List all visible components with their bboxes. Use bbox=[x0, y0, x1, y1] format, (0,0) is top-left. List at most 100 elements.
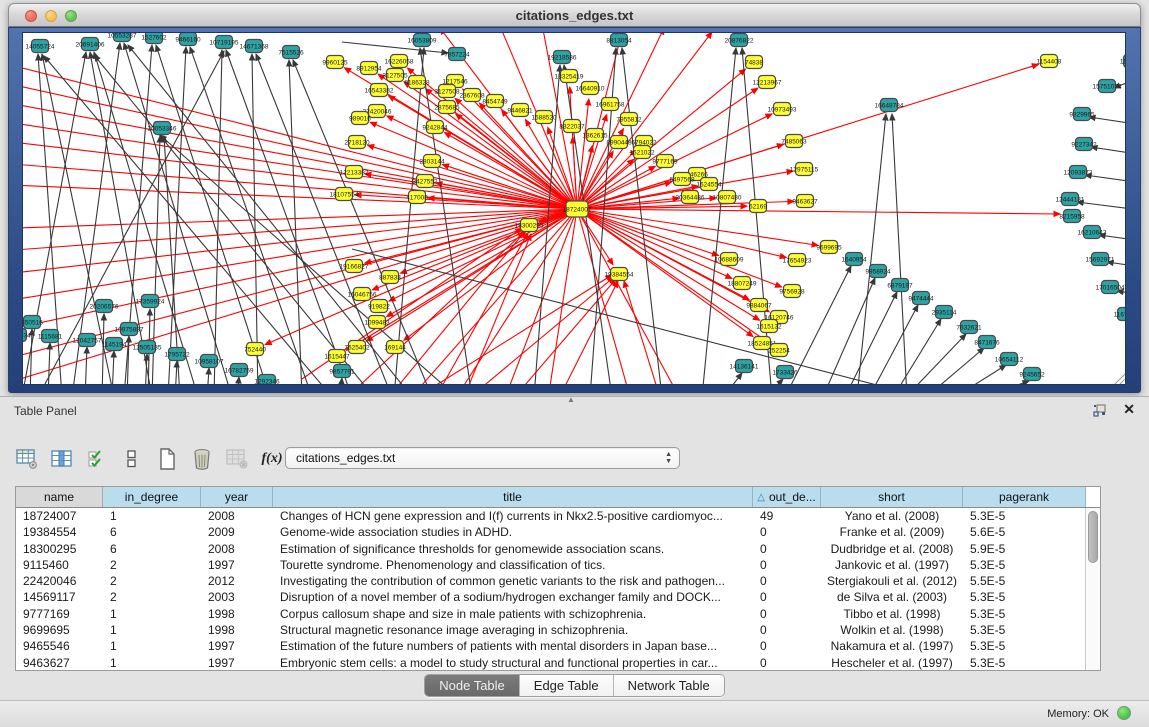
close-panel-icon[interactable]: ✕ bbox=[1123, 401, 1135, 418]
graph-node[interactable]: 16210643 bbox=[1078, 226, 1107, 239]
graph-node[interactable]: 7515526 bbox=[278, 46, 304, 59]
graph-node[interactable]: 752440 bbox=[244, 343, 266, 356]
graph-node[interactable]: 20364486 bbox=[676, 191, 705, 204]
graph-node[interactable]: 8454749 bbox=[482, 95, 508, 108]
table-scrollbar[interactable] bbox=[1085, 508, 1100, 670]
graph-node[interactable]: 1167533 bbox=[1114, 308, 1126, 321]
row-height-icon[interactable] bbox=[120, 447, 144, 471]
graph-node[interactable]: 18724007 bbox=[563, 201, 592, 217]
graph-node[interactable]: 417008 bbox=[406, 191, 428, 204]
table-selector-dropdown[interactable]: citations_edges.txt ▲▼ bbox=[285, 447, 680, 469]
graph-node[interactable]: 8813054 bbox=[606, 34, 632, 47]
graph-node[interactable]: 9466160 bbox=[175, 33, 201, 46]
graph-node[interactable]: 8322037 bbox=[559, 120, 585, 133]
graph-node[interactable]: 9242844 bbox=[422, 121, 448, 134]
graph-node[interactable]: 850516 bbox=[23, 316, 43, 329]
graph-node[interactable]: 9857791 bbox=[329, 365, 355, 378]
table-scrollbar-thumb[interactable] bbox=[1088, 511, 1098, 563]
graph-node[interactable]: 1292346 bbox=[254, 375, 280, 386]
function-builder-icon[interactable]: f(x) bbox=[260, 447, 284, 471]
graph-node[interactable]: 9245652 bbox=[1019, 368, 1045, 381]
graph-node[interactable]: 1099483 bbox=[364, 316, 390, 329]
graph-node[interactable]: 9958924 bbox=[865, 265, 891, 278]
graph-node[interactable]: 62169 bbox=[749, 200, 767, 213]
graph-node[interactable]: 2875685 bbox=[434, 101, 460, 114]
graph-node[interactable]: 1588520 bbox=[531, 111, 557, 124]
graph-node[interactable]: 12093872 bbox=[1064, 166, 1093, 179]
graph-node[interactable]: 6879197 bbox=[887, 279, 913, 292]
graph-node[interactable]: 9474444 bbox=[908, 292, 934, 305]
table-row[interactable]: 1830029562008Estimation of significance … bbox=[16, 541, 1100, 557]
graph-node[interactable]: 12975115 bbox=[790, 163, 819, 176]
graph-node[interactable]: 7632621 bbox=[956, 321, 982, 334]
graph-node[interactable]: 1615447 bbox=[324, 350, 350, 363]
table-row[interactable]: 969969511998Structural magnetic resonanc… bbox=[16, 622, 1100, 638]
graph-node[interactable]: 14671368 bbox=[240, 40, 269, 53]
graph-node[interactable]: 16226058 bbox=[385, 55, 414, 68]
table-row[interactable]: 2242004622012Investigating the contribut… bbox=[16, 573, 1100, 589]
column-header-pagerank[interactable]: pagerank bbox=[963, 487, 1086, 507]
table-row[interactable]: 911546021997Tourette syndrome. Phenomeno… bbox=[16, 557, 1100, 573]
graph-node[interactable]: 10719195 bbox=[210, 36, 239, 49]
network-nodes[interactable]: 1405572420691406105532871527602946616010… bbox=[23, 33, 1126, 385]
column-header-title[interactable]: title bbox=[273, 487, 753, 507]
graph-node[interactable]: 7485063 bbox=[781, 135, 807, 148]
graph-node[interactable]: 9463627 bbox=[792, 195, 818, 208]
graph-node[interactable]: 989016 bbox=[349, 112, 371, 125]
window-titlebar[interactable]: citations_edges.txt bbox=[8, 3, 1141, 27]
graph-node[interactable]: 20876822 bbox=[725, 34, 754, 47]
canvas-resize-grip[interactable] bbox=[1114, 374, 1125, 385]
graph-node[interactable]: 2718120 bbox=[344, 136, 370, 149]
graph-node[interactable]: 1624554 bbox=[696, 178, 722, 191]
graph-node[interactable]: 20053346 bbox=[148, 122, 177, 135]
graph-node[interactable]: 169144 bbox=[384, 341, 406, 354]
citation-network-graph[interactable]: 1405572420691406105532871527602946616010… bbox=[23, 33, 1126, 385]
network-canvas[interactable]: 1405572420691406105532871527602946616010… bbox=[22, 32, 1126, 385]
graph-node[interactable]: 14055724 bbox=[26, 40, 55, 53]
graph-node[interactable]: 16640910 bbox=[576, 82, 605, 95]
graph-node[interactable]: 15692971 bbox=[1086, 253, 1115, 266]
graph-node[interactable]: 16648784 bbox=[875, 99, 904, 112]
graph-node[interactable]: 8215958 bbox=[1059, 210, 1085, 223]
table-row[interactable]: 1456911722003Disruption of a novel membe… bbox=[16, 589, 1100, 605]
column-header-year[interactable]: year bbox=[201, 487, 273, 507]
graph-node[interactable]: 15751074 bbox=[1093, 80, 1122, 93]
graph-node[interactable]: 1154408 bbox=[1037, 55, 1062, 68]
graph-node[interactable]: 12505135 bbox=[133, 341, 162, 354]
graph-node[interactable]: 9446821 bbox=[507, 104, 533, 117]
graph-node[interactable]: 2367608 bbox=[459, 89, 485, 102]
graph-node[interactable]: 17359924 bbox=[136, 295, 165, 308]
graph-node[interactable]: 9777169 bbox=[652, 155, 678, 168]
splitter-handle-icon[interactable]: ▲ bbox=[567, 395, 575, 404]
column-header-in_degree[interactable]: in_degree bbox=[103, 487, 201, 507]
graph-node[interactable]: 74838 bbox=[745, 56, 763, 69]
graph-node[interactable]: 10654112 bbox=[995, 353, 1024, 366]
graph-node[interactable]: 7625402 bbox=[344, 341, 370, 354]
graph-node[interactable]: 16053809 bbox=[408, 34, 437, 47]
graph-node[interactable]: 16961758 bbox=[596, 98, 625, 111]
graph-node[interactable]: 12444131 bbox=[1056, 193, 1085, 206]
column-header-out_de[interactable]: △out_de... bbox=[753, 487, 821, 507]
graph-node[interactable]: 9699695 bbox=[816, 241, 842, 254]
graph-node[interactable]: 8912954 bbox=[356, 62, 382, 75]
graph-node[interactable]: 19218586 bbox=[548, 51, 577, 64]
graph-node[interactable]: 2935114 bbox=[932, 306, 957, 319]
table-row[interactable]: 1938455462009Genome-wide association stu… bbox=[16, 524, 1100, 540]
tab-network-table[interactable]: Network Table bbox=[614, 675, 724, 696]
graph-node[interactable]: 887833 bbox=[379, 271, 401, 284]
graph-node[interactable]: 7857224 bbox=[444, 48, 470, 61]
graph-node[interactable]: 17654923 bbox=[783, 254, 812, 267]
graph-node[interactable]: 1117244 bbox=[1120, 55, 1126, 68]
float-panel-icon[interactable] bbox=[1093, 404, 1107, 417]
graph-node[interactable]: 9227342 bbox=[1071, 138, 1097, 151]
select-all-rows-icon[interactable] bbox=[85, 447, 109, 471]
column-chooser-icon[interactable] bbox=[50, 447, 74, 471]
tab-node-table[interactable]: Node Table bbox=[425, 675, 520, 696]
graph-node[interactable]: 3915934 bbox=[23, 329, 31, 342]
graph-node[interactable]: 14136141 bbox=[730, 360, 759, 373]
graph-node[interactable]: 919822 bbox=[368, 300, 390, 313]
graph-node[interactable]: 1640954 bbox=[841, 253, 867, 266]
graph-node[interactable]: 16782759 bbox=[225, 364, 254, 377]
graph-node[interactable]: 8990448 bbox=[606, 136, 632, 149]
table-row[interactable]: 977716911998Corpus callosum shape and si… bbox=[16, 606, 1100, 622]
